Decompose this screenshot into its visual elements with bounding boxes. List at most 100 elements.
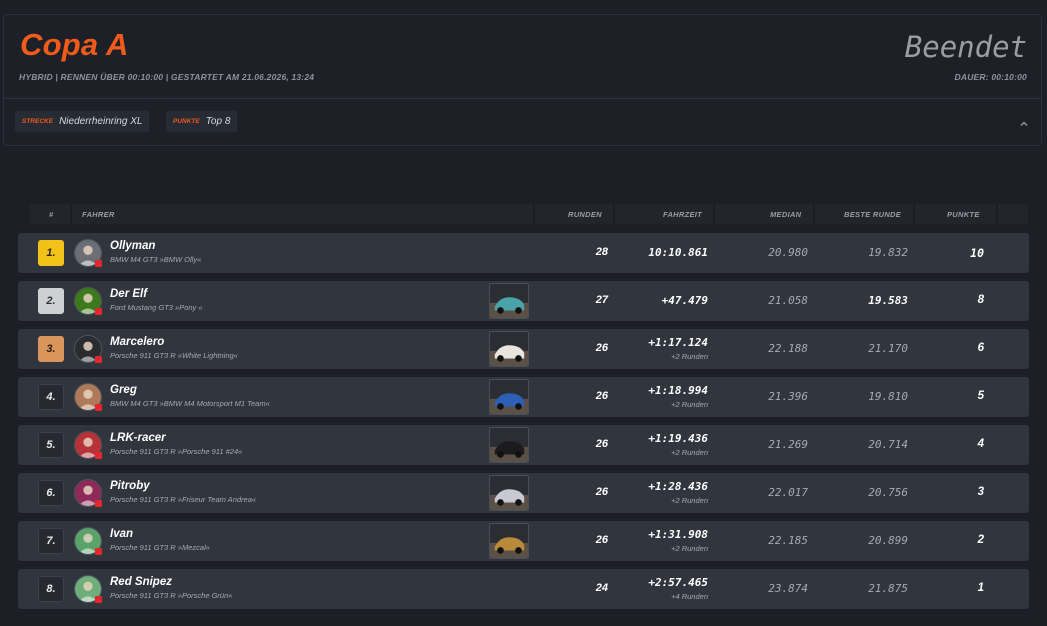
driver-name[interactable]: Der Elf bbox=[110, 288, 147, 300]
car-thumbnail bbox=[489, 379, 529, 415]
median-value: 21.269 bbox=[768, 438, 808, 451]
position-badge: 6. bbox=[38, 480, 64, 506]
car-thumbnail bbox=[489, 283, 529, 319]
points-value: 2 bbox=[977, 534, 984, 546]
race-time-value: +2:57.465 bbox=[648, 576, 708, 589]
race-time-value: +47.479 bbox=[661, 294, 708, 307]
table-row[interactable]: 3. Marcelero Porsche 911 GT3 R »White Li… bbox=[18, 329, 1029, 369]
driver-car: Porsche 911 GT3 R »White Lightning« bbox=[110, 351, 238, 360]
table-row[interactable]: 4. Greg BMW M4 GT3 »BMW M4 Motorsport M1… bbox=[18, 377, 1029, 417]
header-separator bbox=[70, 204, 72, 224]
status-indicator bbox=[95, 404, 102, 411]
position-badge: 1. bbox=[38, 240, 64, 266]
median-value: 22.185 bbox=[768, 534, 808, 547]
driver-car: Ford Mustang GT3 »Pony « bbox=[110, 303, 203, 312]
divider bbox=[4, 98, 1041, 99]
header-separator bbox=[913, 204, 915, 224]
laps-value: 27 bbox=[595, 294, 608, 306]
best-lap-value: 21.170 bbox=[868, 342, 908, 355]
table-row[interactable]: 1. Ollyman BMW M4 GT3 »BMW Olly« 28 10:1… bbox=[18, 233, 1029, 273]
status-indicator bbox=[95, 596, 102, 603]
position-badge: 3. bbox=[38, 336, 64, 362]
race-time-value: +1:17.124 bbox=[648, 336, 708, 349]
driver-car: BMW M4 GT3 »BMW M4 Motorsport M1 Team« bbox=[110, 399, 270, 408]
status-indicator bbox=[95, 308, 102, 315]
laps-value: 26 bbox=[595, 342, 608, 354]
driver-name[interactable]: Ollyman bbox=[110, 240, 155, 252]
driver-name[interactable]: Marcelero bbox=[110, 336, 164, 348]
chip-track-value: Niederrheinring XL bbox=[59, 116, 143, 127]
chevron-up-icon[interactable] bbox=[1019, 119, 1029, 129]
position-badge: 7. bbox=[38, 528, 64, 554]
car-thumbnail bbox=[489, 331, 529, 367]
race-time-value: +1:28.436 bbox=[648, 480, 708, 493]
driver-car: BMW M4 GT3 »BMW Olly« bbox=[110, 255, 202, 264]
position-badge: 2. bbox=[38, 288, 64, 314]
car-thumbnail bbox=[489, 475, 529, 511]
header-time[interactable]: FAHRZEIT bbox=[663, 210, 702, 219]
header-laps[interactable]: RUNDEN bbox=[568, 210, 602, 219]
median-value: 22.188 bbox=[768, 342, 808, 355]
table-row[interactable]: 7. Ivan Porsche 911 GT3 R »Mezcal« 26 +1… bbox=[18, 521, 1029, 561]
race-meta: HYBRID | RENNEN ÜBER 00:10:00 | GESTARTE… bbox=[19, 72, 315, 82]
chip-points: PUNKTE Top 8 bbox=[166, 111, 238, 132]
laps-value: 26 bbox=[595, 390, 608, 402]
status-indicator bbox=[95, 548, 102, 555]
race-summary-card: Copa A HYBRID | RENNEN ÜBER 00:10:00 | G… bbox=[3, 14, 1042, 146]
position-badge: 4. bbox=[38, 384, 64, 410]
status-indicator bbox=[95, 452, 102, 459]
header-driver[interactable]: FAHRER bbox=[82, 210, 115, 219]
table-row[interactable]: 2. Der Elf Ford Mustang GT3 »Pony « 27 +… bbox=[18, 281, 1029, 321]
status-indicator bbox=[95, 500, 102, 507]
race-title: Copa A bbox=[20, 27, 129, 62]
driver-name[interactable]: Red Snipez bbox=[110, 576, 172, 588]
race-time-value: 10:10.861 bbox=[648, 246, 708, 259]
header-best[interactable]: BESTE RUNDE bbox=[844, 210, 901, 219]
header-points[interactable]: PUNKTE bbox=[947, 210, 980, 219]
driver-name[interactable]: Greg bbox=[110, 384, 137, 396]
driver-name[interactable]: Pitroby bbox=[110, 480, 150, 492]
table-row[interactable]: 5. LRK-racer Porsche 911 GT3 R »Porsche … bbox=[18, 425, 1029, 465]
median-value: 21.396 bbox=[768, 390, 808, 403]
median-value: 21.058 bbox=[768, 294, 808, 307]
laps-behind: +4 Runden bbox=[671, 592, 708, 601]
laps-behind: +2 Runden bbox=[671, 544, 708, 553]
best-lap-value: 20.756 bbox=[868, 486, 908, 499]
best-lap-value: 19.810 bbox=[868, 390, 908, 403]
header-separator bbox=[613, 204, 615, 224]
best-lap-value: 19.832 bbox=[868, 246, 908, 259]
header-pos: # bbox=[49, 210, 54, 219]
laps-behind: +2 Runden bbox=[671, 448, 708, 457]
race-time-value: +1:18.994 bbox=[648, 384, 708, 397]
laps-value: 26 bbox=[595, 438, 608, 450]
driver-name[interactable]: LRK-racer bbox=[110, 432, 166, 444]
driver-car: Porsche 911 GT3 R »Friseur Team Andrea« bbox=[110, 495, 257, 504]
table-row[interactable]: 6. Pitroby Porsche 911 GT3 R »Friseur Te… bbox=[18, 473, 1029, 513]
laps-behind: +2 Runden bbox=[671, 352, 708, 361]
points-value: 3 bbox=[977, 486, 984, 498]
laps-value: 26 bbox=[595, 486, 608, 498]
chip-track: STRECKE Niederrheinring XL bbox=[15, 111, 150, 132]
status-indicator bbox=[95, 356, 102, 363]
median-value: 20.980 bbox=[768, 246, 808, 259]
driver-car: Porsche 911 GT3 R »Porsche 911 #24« bbox=[110, 447, 243, 456]
points-value: 10 bbox=[970, 246, 984, 260]
driver-car: Porsche 911 GT3 R »Mezcal« bbox=[110, 543, 210, 552]
header-separator bbox=[996, 204, 998, 224]
best-lap-value: 20.899 bbox=[868, 534, 908, 547]
driver-name[interactable]: Ivan bbox=[110, 528, 133, 540]
header-median[interactable]: MEDIAN bbox=[770, 210, 801, 219]
header-separator bbox=[813, 204, 815, 224]
status-indicator bbox=[95, 260, 102, 267]
points-value: 4 bbox=[977, 438, 984, 450]
laps-value: 26 bbox=[595, 534, 608, 546]
table-row[interactable]: 8. Red Snipez Porsche 911 GT3 R »Porsche… bbox=[18, 569, 1029, 609]
position-badge: 8. bbox=[38, 576, 64, 602]
best-lap-value: 20.714 bbox=[868, 438, 908, 451]
points-value: 8 bbox=[977, 294, 984, 306]
race-duration: DAUER: 00:10:00 bbox=[954, 72, 1027, 82]
points-value: 6 bbox=[977, 342, 984, 354]
points-value: 5 bbox=[977, 390, 984, 402]
car-thumbnail bbox=[489, 523, 529, 559]
driver-car: Porsche 911 GT3 R »Porsche Grün« bbox=[110, 591, 233, 600]
